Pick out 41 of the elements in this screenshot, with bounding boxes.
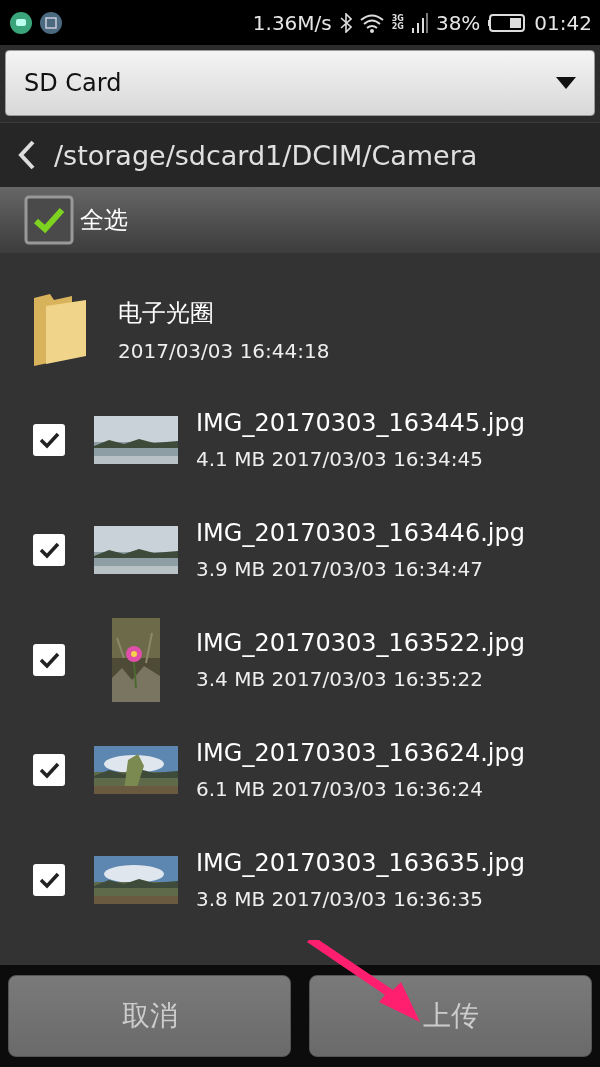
file-name: IMG_20170303_163445.jpg	[196, 409, 525, 437]
folder-icon	[32, 292, 88, 368]
file-row[interactable]: IMG_20170303_163635.jpg 3.8 MB 2017/03/03 16:36:35	[0, 825, 600, 935]
storage-dropdown[interactable]: SD Card	[5, 50, 595, 116]
dropdown-icon	[556, 77, 576, 89]
file-details: 6.1 MB 2017/03/03 16:36:24	[196, 777, 484, 801]
checkbox[interactable]	[32, 753, 66, 787]
select-all-checkbox[interactable]	[24, 195, 74, 245]
file-details: 3.8 MB 2017/03/03 16:36:35	[196, 887, 484, 911]
checkbox[interactable]	[32, 643, 66, 677]
file-details: 3.4 MB 2017/03/03 16:35:22	[196, 667, 484, 691]
file-row[interactable]: IMG_20170303_163445.jpg 4.1 MB 2017/03/03 16:34:45	[0, 385, 600, 495]
file-name: IMG_20170303_163635.jpg	[196, 849, 525, 877]
file-row[interactable]: IMG_20170303_163446.jpg 3.9 MB 2017/03/03 16:34:47	[0, 495, 600, 605]
file-name: IMG_20170303_163624.jpg	[196, 739, 525, 767]
file-name: IMG_20170303_163522.jpg	[196, 629, 525, 657]
select-all-label: 全选	[80, 205, 128, 236]
signal-icon	[411, 12, 428, 33]
battery-icon	[488, 13, 527, 32]
screenshot-icon	[40, 11, 62, 34]
checkbox[interactable]	[32, 533, 66, 567]
file-details: 4.1 MB 2017/03/03 16:34:45	[196, 447, 484, 471]
network-speed: 1.36M/s	[252, 10, 332, 35]
chat-icon	[10, 11, 32, 34]
file-name: IMG_20170303_163446.jpg	[196, 519, 525, 547]
checkbox[interactable]	[32, 423, 66, 457]
bluetooth-icon	[339, 12, 352, 33]
wifi-icon	[359, 12, 384, 33]
file-row[interactable]: IMG_20170303_163624.jpg 6.1 MB 2017/03/03 16:36:24	[0, 715, 600, 825]
file-row[interactable]: IMG_20170303_163522.jpg 3.4 MB 2017/03/03 16:35:22	[0, 605, 600, 715]
file-details: 3.9 MB 2017/03/03 16:34:47	[196, 557, 484, 581]
checkbox[interactable]	[32, 863, 66, 897]
folder-row[interactable]: 电子光圈 2017/03/03 16:44:18	[0, 275, 600, 385]
folder-name: 电子光圈	[118, 298, 215, 329]
network-type: 3G	[391, 14, 404, 23]
folder-path: /storage/sdcard1/DCIM/Camera	[54, 139, 478, 171]
back-icon[interactable]	[18, 140, 36, 170]
folder-date: 2017/03/03 16:44:18	[118, 339, 330, 363]
network-type: 2G	[391, 22, 404, 31]
clock: 01:42	[534, 10, 592, 35]
battery-percent: 38%	[435, 10, 481, 35]
